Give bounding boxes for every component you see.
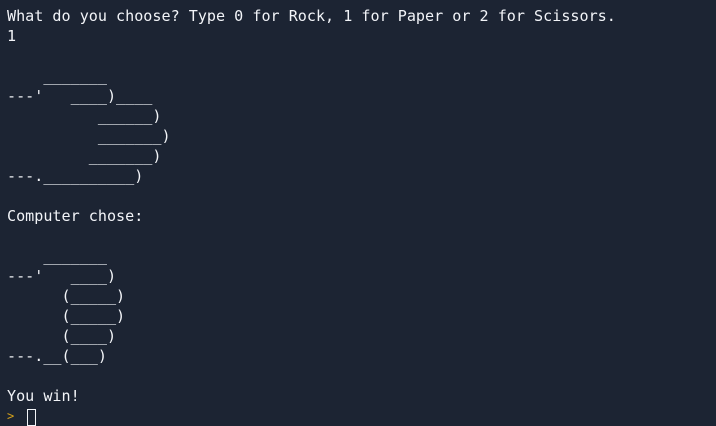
computer-rock-ascii-line-4: (_____) — [7, 307, 126, 325]
computer-rock-ascii-line-1: _______ — [7, 247, 107, 265]
command-prompt[interactable]: > — [7, 406, 716, 426]
player-paper-ascii-line-5: _______) — [7, 147, 162, 165]
player-paper-ascii-line-1: _______ — [7, 67, 107, 85]
computer-rock-ascii-line-6: ---.__(___) — [7, 347, 107, 365]
question-line: What do you choose? Type 0 for Rock, 1 f… — [7, 7, 616, 25]
player-paper-ascii-line-4: _______) — [7, 127, 171, 145]
computer-rock-ascii-line-2: ---' ____) — [7, 267, 117, 285]
computer-rock-ascii-line-3: (_____) — [7, 287, 126, 305]
player-paper-ascii-line-3: ______) — [7, 107, 162, 125]
result-message: You win! — [7, 387, 80, 405]
text-cursor[interactable] — [27, 409, 36, 426]
prompt-arrow-icon: > — [7, 409, 15, 423]
user-input-line: 1 — [7, 27, 17, 45]
computer-rock-ascii-line-5: (____) — [7, 327, 117, 345]
player-paper-ascii-line-2: ---' ____)____ — [7, 87, 153, 105]
terminal-window[interactable]: What do you choose? Type 0 for Rock, 1 f… — [0, 0, 716, 426]
player-paper-ascii-line-6: ---.__________) — [7, 167, 144, 185]
computer-choice-label: Computer chose: — [7, 207, 144, 225]
